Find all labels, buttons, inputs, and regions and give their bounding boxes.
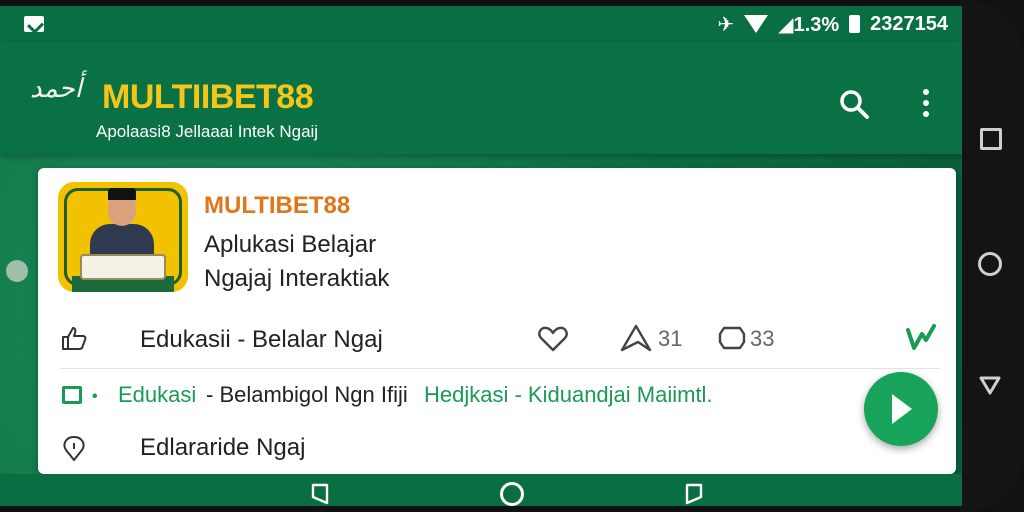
- side-back-button[interactable]: [978, 374, 1002, 396]
- play-icon: [892, 394, 912, 424]
- actions-row: Edukasii - Belalar Ngaj 31 33: [60, 316, 940, 362]
- edge-handle[interactable]: [6, 260, 28, 282]
- side-home-button[interactable]: [978, 252, 1002, 276]
- verified-check-icon: [906, 324, 936, 350]
- phone-frame: ✈ ◢1.3% 2327154 ﺃﺣﻤﺪ MULTIIBET88 Apolaas…: [0, 0, 1024, 512]
- location-pin-icon: [63, 436, 85, 461]
- wifi-icon: [744, 15, 769, 33]
- play-fab-button[interactable]: [864, 372, 938, 446]
- nav-back-icon[interactable]: [310, 482, 330, 506]
- nav-recent-icon[interactable]: [684, 482, 704, 506]
- category-label: Edukasii - Belalar Ngaj: [140, 326, 383, 353]
- status-indicators: ✈ ◢1.3% 2327154: [717, 12, 948, 36]
- info-row[interactable]: • Edukasi - Belambigol Ngn Ifiji Hedjkas…: [60, 376, 860, 416]
- share-icon[interactable]: [620, 324, 652, 352]
- card-title-line2: Ngajaj Interaktiak: [204, 265, 390, 292]
- card-title: Aplukasi Belajar Ngajaj Interaktiak: [204, 228, 504, 296]
- thumbs-up-icon[interactable]: [60, 324, 88, 352]
- divider: [60, 368, 940, 369]
- heart-icon[interactable]: [538, 326, 568, 352]
- status-time: 2327154: [870, 12, 948, 35]
- content-card: MULTIBET88 Aplukasi Belajar Ngajaj Inter…: [38, 168, 956, 474]
- bottom-row[interactable]: Edlararide Ngaj: [60, 430, 660, 468]
- comment-count: 33: [750, 326, 775, 351]
- bottom-row-label: Edlararide Ngaj: [140, 434, 306, 461]
- info-link[interactable]: Hedjkasi - Kiduandjai Maiimtl.: [424, 382, 713, 408]
- info-category[interactable]: Edukasi: [118, 382, 196, 408]
- search-icon[interactable]: [838, 88, 870, 120]
- info-marker: •: [92, 388, 98, 405]
- sync-icon: ✈: [717, 13, 735, 36]
- app-title: MULTIIBET88: [102, 78, 314, 116]
- signal-text: ◢1.3%: [778, 13, 840, 36]
- teacher-illustration: [58, 182, 188, 292]
- status-bar: ✈ ◢1.3% 2327154: [0, 6, 962, 42]
- label-icon: [62, 386, 82, 404]
- side-recent-apps-button[interactable]: [980, 128, 1002, 150]
- nav-home-icon[interactable]: [500, 482, 524, 506]
- more-vert-icon[interactable]: [916, 86, 936, 120]
- comment-icon[interactable]: [718, 324, 746, 352]
- card-brand: MULTIBET88: [204, 192, 351, 219]
- book-icon: [80, 254, 166, 280]
- share-count: 31: [658, 326, 683, 351]
- card-title-line1: Aplukasi Belajar: [204, 231, 377, 258]
- app-bar: ﺃﺣﻤﺪ MULTIIBET88 Apolaasi8 Jellaaai Inte…: [0, 42, 962, 154]
- battery-icon: [849, 15, 861, 33]
- info-text: - Belambigol Ngn Ifiji: [206, 382, 408, 407]
- app-subtitle: Apolaasi8 Jellaaai Intek Ngaij: [96, 122, 319, 141]
- logo-calligraphy: ﺃﺣﻤﺪ: [30, 74, 82, 104]
- app-screen: ✈ ◢1.3% 2327154 ﺃﺣﻤﺪ MULTIIBET88 Apolaas…: [0, 6, 962, 506]
- screenshot-icon: [24, 16, 44, 32]
- navigation-bar: [0, 474, 962, 506]
